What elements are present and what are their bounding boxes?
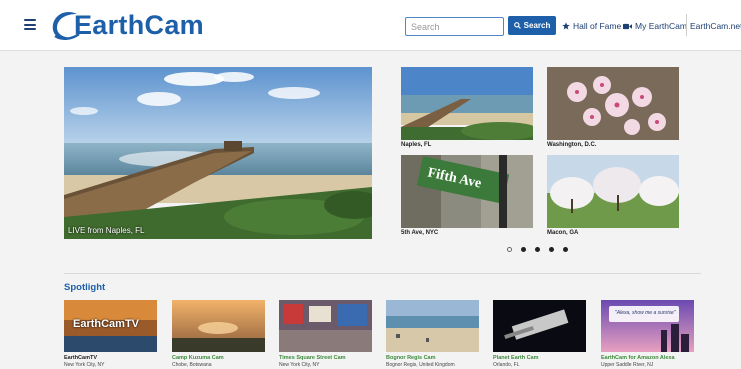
- bognor-regis-image: [386, 300, 479, 352]
- hall-of-fame-label: Hall of Fame: [573, 21, 622, 31]
- spotlight-item-bognor-regis[interactable]: [386, 300, 479, 352]
- carousel-dot[interactable]: [563, 247, 568, 252]
- spotlight-location: Orlando, FL: [493, 362, 520, 368]
- spotlight-location: New York City, NY: [279, 362, 320, 368]
- carousel-dot[interactable]: [521, 247, 526, 252]
- macon-label: Macon, GA: [547, 230, 579, 236]
- spotlight-name[interactable]: Bognor Regis Cam: [386, 355, 436, 361]
- macon-cherry-trees-image: [547, 155, 679, 228]
- camp-kuzuma-image: [172, 300, 265, 352]
- spotlight-location: Chobe, Botswana: [172, 362, 212, 368]
- carousel-dot[interactable]: [535, 247, 540, 252]
- my-earthcam-label: My EarthCam: [635, 21, 687, 31]
- naples-image: [401, 67, 533, 140]
- search-icon: [513, 22, 521, 29]
- hero-live-feed[interactable]: LIVE from Naples, FL: [64, 67, 372, 239]
- naples-label: Naples, FL: [401, 142, 432, 148]
- hall-of-fame-link[interactable]: Hall of Fame: [562, 21, 621, 31]
- spotlight-name[interactable]: EarthCamTV: [64, 355, 97, 361]
- fifth-ave-label: 5th Ave, NYC: [401, 230, 439, 236]
- planet-earth-image: [493, 300, 586, 352]
- spotlight-heading: Spotlight: [64, 282, 106, 293]
- spotlight-item-planet-earth[interactable]: [493, 300, 586, 352]
- spotlight-location: Upper Saddle River, NJ: [601, 362, 654, 368]
- fifth-ave-sign-image: [401, 155, 533, 228]
- fifth-ave-thumbnail[interactable]: Fifth Ave: [401, 155, 533, 228]
- spotlight-item-earthcamtv[interactable]: EarthCamTV: [64, 300, 157, 352]
- washington-thumbnail[interactable]: [547, 67, 679, 140]
- spotlight-item-times-square[interactable]: [279, 300, 372, 352]
- alexa-overlay: "Alexa, show me a sunrise": [615, 310, 676, 316]
- washington-label: Washington, D.C.: [547, 142, 597, 148]
- spotlight-name[interactable]: Camp Kuzuma Cam: [172, 355, 224, 361]
- times-square-image: [279, 300, 372, 352]
- spotlight-name[interactable]: Planet Earth Cam: [493, 355, 539, 361]
- search-button[interactable]: Search: [508, 16, 556, 35]
- spotlight-item-camp-kuzuma[interactable]: [172, 300, 265, 352]
- earthcam-net-label: EarthCam.net: [690, 21, 741, 31]
- spotlight-location: New York City, NY: [64, 362, 105, 368]
- earthcam-net-link[interactable]: EarthCam.net: [690, 21, 741, 31]
- earthcamtv-overlay: EarthCamTV: [73, 318, 140, 330]
- spotlight-location: Bognor Regis, United Kingdom: [386, 362, 455, 368]
- site-header: EarthCam Search Hall of Fame My EarthCam…: [0, 0, 741, 51]
- naples-thumbnail[interactable]: [401, 67, 533, 140]
- search-button-label: Search: [523, 21, 551, 30]
- cherry-blossom-image: [547, 67, 679, 140]
- spotlight-name[interactable]: Times Square Street Cam: [279, 355, 346, 361]
- hero-caption: LIVE from Naples, FL: [68, 226, 145, 235]
- video-camera-icon: [623, 23, 632, 29]
- star-icon: [562, 22, 570, 30]
- my-earthcam-link[interactable]: My EarthCam: [623, 21, 687, 31]
- section-divider: [64, 273, 701, 274]
- naples-pier-image: [64, 67, 372, 239]
- carousel-dot[interactable]: [507, 247, 512, 252]
- carousel-dots: [507, 247, 568, 252]
- spotlight-name[interactable]: EarthCam for Amazon Alexa: [601, 355, 675, 361]
- logo-text: EarthCam: [74, 10, 204, 40]
- carousel-dot[interactable]: [549, 247, 554, 252]
- earthcam-logo[interactable]: EarthCam: [47, 6, 207, 44]
- menu-icon[interactable]: [24, 19, 36, 30]
- nav-divider: [686, 14, 687, 36]
- search-input[interactable]: [405, 17, 504, 36]
- amazon-alexa-image: [601, 300, 694, 352]
- spotlight-item-amazon-alexa[interactable]: "Alexa, show me a sunrise": [601, 300, 694, 352]
- macon-thumbnail[interactable]: [547, 155, 679, 228]
